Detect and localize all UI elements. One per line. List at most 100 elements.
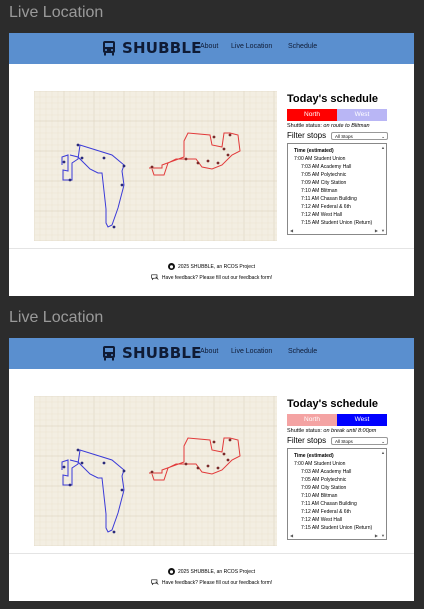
- north-stop-marker[interactable]: [196, 466, 200, 470]
- schedule-row: 7:15 AM Student Union (Return): [301, 525, 373, 531]
- schedule-list-header: Time (estimated): [294, 148, 334, 154]
- west-stop-marker[interactable]: [68, 483, 72, 487]
- footer-feedback[interactable]: Have feedback? Please fill out our feedb…: [9, 579, 414, 586]
- scroll-left-icon[interactable]: ◀: [290, 228, 293, 233]
- header: SHUBBLE About Live Location Schedule: [9, 338, 414, 369]
- frame-label: Live Location: [9, 4, 104, 21]
- scroll-up-icon[interactable]: ▲: [381, 145, 385, 150]
- west-stop-marker[interactable]: [120, 183, 124, 187]
- schedule-row: 7:05 AM Polytechnic: [301, 477, 347, 483]
- west-stop-marker[interactable]: [76, 448, 80, 452]
- schedule-row: 7:11 AM Chasan Building: [301, 196, 357, 202]
- scroll-left-icon[interactable]: ◀: [290, 533, 293, 538]
- west-stop-marker[interactable]: [68, 178, 72, 182]
- schedule-title: Today's schedule: [287, 93, 379, 105]
- route-north-button[interactable]: North: [287, 109, 337, 121]
- filter-stops-select[interactable]: All Stops ⌄: [331, 437, 388, 445]
- north-stop-marker[interactable]: [212, 135, 216, 139]
- map[interactable]: [34, 91, 277, 241]
- schedule-row: 7:12 AM West Hall: [301, 212, 343, 218]
- shuttle-status: Shuttle status: on route to Blitman: [287, 123, 370, 129]
- north-stop-marker[interactable]: [216, 466, 220, 470]
- chevron-down-icon: ⌄: [381, 134, 385, 139]
- brand-name: SHUBBLE: [122, 344, 202, 362]
- route-west-button[interactable]: West: [337, 109, 387, 121]
- nav-schedule[interactable]: Schedule: [288, 348, 317, 355]
- west-stop-marker[interactable]: [120, 488, 124, 492]
- schedule-row: 7:00 AM Student Union: [294, 461, 346, 467]
- nav-about[interactable]: About: [200, 43, 218, 50]
- footer-copyright: 2025 SHUBBLE, an RCOS Project: [9, 568, 414, 575]
- route-map[interactable]: [34, 396, 277, 546]
- frame-label: Live Location: [9, 309, 104, 326]
- scroll-up-icon[interactable]: ▲: [381, 450, 385, 455]
- north-stop-marker[interactable]: [206, 159, 210, 163]
- bus-icon: [103, 41, 115, 56]
- shuttle-status: Shuttle status: on break until 8:00pm: [287, 428, 377, 434]
- north-stop-marker[interactable]: [222, 452, 226, 456]
- schedule-row: 7:12 AM Federal & 6th: [301, 204, 351, 210]
- route-map[interactable]: [34, 91, 277, 241]
- north-route-line: [149, 437, 241, 481]
- brand[interactable]: SHUBBLE: [102, 344, 202, 362]
- brand-name: SHUBBLE: [122, 39, 202, 57]
- north-stop-marker[interactable]: [184, 462, 188, 466]
- north-stop-marker[interactable]: [226, 153, 230, 157]
- scroll-down-icon[interactable]: ▼: [381, 228, 385, 233]
- feedback-icon: [151, 579, 159, 586]
- schedule-list-header: Time (estimated): [294, 453, 334, 459]
- north-stop-marker[interactable]: [196, 161, 200, 165]
- west-stop-marker[interactable]: [122, 164, 126, 168]
- north-route-line: [149, 132, 241, 176]
- map[interactable]: [34, 396, 277, 546]
- scroll-right-icon[interactable]: ▶: [375, 533, 378, 538]
- north-stop-marker[interactable]: [150, 165, 154, 169]
- west-stop-marker[interactable]: [62, 160, 66, 164]
- west-stop-marker[interactable]: [112, 225, 116, 229]
- divider: [9, 248, 414, 249]
- west-stop-marker[interactable]: [122, 469, 126, 473]
- north-stop-marker[interactable]: [228, 438, 232, 442]
- west-stop-marker[interactable]: [80, 461, 84, 465]
- chevron-down-icon: ⌄: [381, 439, 385, 444]
- west-route-line: [61, 144, 125, 228]
- app-frame: SHUBBLE About Live Location Schedule Tod…: [9, 33, 414, 296]
- nav-schedule[interactable]: Schedule: [288, 43, 317, 50]
- north-stop-marker[interactable]: [228, 133, 232, 137]
- nav-live-location[interactable]: Live Location: [231, 348, 272, 355]
- north-stop-marker[interactable]: [226, 458, 230, 462]
- north-stop-marker[interactable]: [212, 440, 216, 444]
- schedule-row: 7:11 AM Chasan Building: [301, 501, 357, 507]
- nav-live-location[interactable]: Live Location: [231, 43, 272, 50]
- footer-feedback[interactable]: Have feedback? Please fill out our feedb…: [9, 274, 414, 281]
- north-stop-marker[interactable]: [150, 470, 154, 474]
- schedule-row: 7:05 AM Polytechnic: [301, 172, 347, 178]
- west-stop-marker[interactable]: [102, 461, 106, 465]
- app-frame: SHUBBLE About Live Location Schedule Tod…: [9, 338, 414, 601]
- scroll-down-icon[interactable]: ▼: [381, 533, 385, 538]
- divider: [9, 553, 414, 554]
- schedule-row: 7:10 AM Blitman: [301, 188, 338, 194]
- north-stop-marker[interactable]: [216, 161, 220, 165]
- nav-about[interactable]: About: [200, 348, 218, 355]
- north-stop-marker[interactable]: [222, 147, 226, 151]
- filter-stops-select[interactable]: All Stops ⌄: [331, 132, 388, 140]
- west-stop-marker[interactable]: [62, 465, 66, 469]
- bus-icon: [103, 346, 115, 361]
- west-stop-marker[interactable]: [102, 156, 106, 160]
- west-stop-marker[interactable]: [80, 156, 84, 160]
- schedule-list[interactable]: Time (estimated) 7:00 AM Student Union 7:…: [287, 143, 387, 235]
- scroll-right-icon[interactable]: ▶: [375, 228, 378, 233]
- north-stop-marker[interactable]: [206, 464, 210, 468]
- github-icon[interactable]: [168, 568, 175, 575]
- west-stop-marker[interactable]: [76, 143, 80, 147]
- route-north-button[interactable]: North: [287, 414, 337, 426]
- github-icon[interactable]: [168, 263, 175, 270]
- schedule-list[interactable]: Time (estimated) 7:00 AM Student Union 7:…: [287, 448, 387, 540]
- schedule-row: 7:09 AM City Station: [301, 485, 347, 491]
- route-west-button[interactable]: West: [337, 414, 387, 426]
- brand[interactable]: SHUBBLE: [102, 39, 202, 57]
- west-stop-marker[interactable]: [112, 530, 116, 534]
- filter-stops-label: Filter stops: [287, 131, 327, 140]
- north-stop-marker[interactable]: [184, 157, 188, 161]
